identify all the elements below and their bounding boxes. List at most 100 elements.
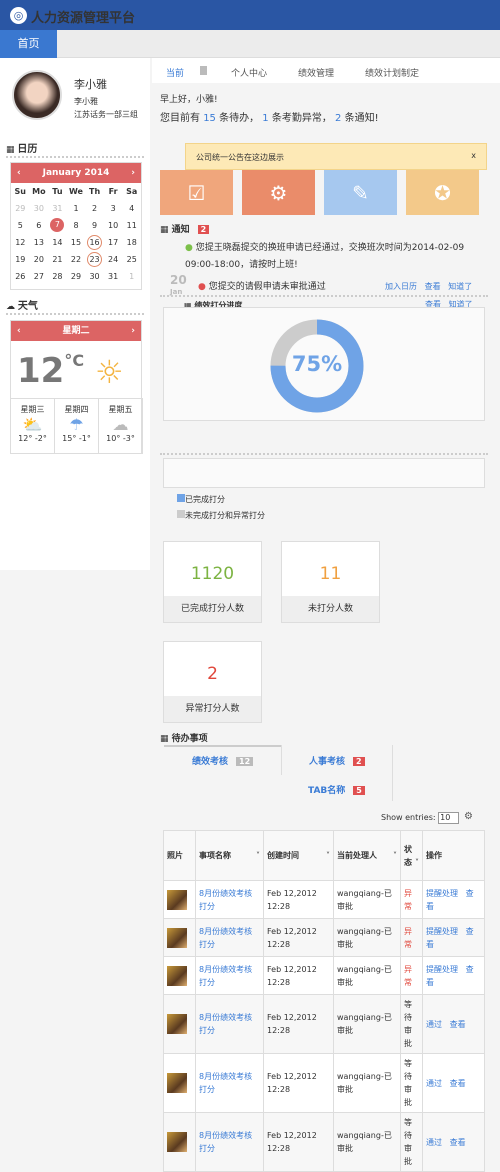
calendar-day[interactable]: 30	[30, 200, 49, 217]
calendar-day[interactable]: 25	[122, 251, 141, 268]
calendar-day[interactable]: 1	[67, 200, 86, 217]
day-number: 31	[52, 204, 63, 213]
calendar-day[interactable]: 6	[30, 217, 49, 234]
column-header[interactable]: 照片	[163, 830, 196, 881]
op-primary-link[interactable]: 通过	[426, 1020, 442, 1029]
calendar-day[interactable]: 22	[67, 251, 86, 268]
calendar-day[interactable]: 1	[122, 268, 141, 285]
sort-icon[interactable]: ˅	[393, 849, 397, 862]
item-link[interactable]: 8月份绩效考核打分	[199, 965, 252, 987]
view-link[interactable]: 查看	[425, 282, 441, 291]
cloud-icon: ☁	[6, 302, 15, 312]
status-cell: 异常	[400, 956, 423, 995]
calendar-day[interactable]: 27	[30, 268, 49, 285]
calendar-day[interactable]: 9	[85, 217, 104, 234]
calendar-day[interactable]: 8	[67, 217, 86, 234]
calendar-day[interactable]: 21	[48, 251, 67, 268]
clipboard-check-tile[interactable]: ☑	[160, 170, 233, 215]
calendar-day[interactable]: 26	[11, 268, 30, 285]
op-view-link[interactable]: 查看	[450, 1020, 466, 1029]
weather-temp: 12°C	[17, 351, 84, 391]
add-calendar-link[interactable]: 加入日历	[385, 282, 417, 291]
calendar-day[interactable]: 5	[11, 217, 30, 234]
todo-tab-performance[interactable]: 绩效考核 12	[192, 754, 254, 767]
sort-icon[interactable]: ˅	[326, 849, 330, 862]
calendar-day[interactable]: 4	[122, 200, 141, 217]
tab-current[interactable]: 当前	[166, 66, 184, 79]
sort-icon[interactable]: ˅	[415, 856, 419, 869]
day-number: 24	[108, 255, 119, 264]
calendar-day[interactable]: 28	[48, 268, 67, 285]
forecast-day-label: 星期五	[108, 405, 133, 414]
user-subname: 李小雅	[74, 97, 98, 106]
column-header[interactable]: 状态 ˅	[400, 830, 423, 881]
edit-tile[interactable]: ✎	[324, 170, 397, 215]
column-header[interactable]: 操作	[422, 830, 485, 881]
calendar-day[interactable]: 24	[104, 251, 123, 268]
calendar-day[interactable]: 20	[30, 251, 49, 268]
calendar-day[interactable]: 15	[67, 234, 86, 251]
calendar-day[interactable]: 23	[85, 251, 104, 268]
calendar-day[interactable]: 29	[11, 200, 30, 217]
calendar-day[interactable]: 10	[104, 217, 123, 234]
settings-gear-icon[interactable]: ⚙	[464, 811, 473, 822]
nav-home[interactable]: 首页	[0, 30, 57, 58]
op-primary-link[interactable]: 提醒处理	[426, 889, 458, 898]
notice-count[interactable]: 2	[335, 113, 341, 124]
prev-month-icon[interactable]: ‹	[17, 163, 21, 183]
calendar-day[interactable]: 31	[48, 200, 67, 217]
calendar-heading: ▦ 日历	[6, 140, 37, 155]
prev-day-icon[interactable]: ‹	[17, 321, 21, 341]
clipboard-settings-tile[interactable]: ⚙	[242, 170, 315, 215]
calendar-day[interactable]: 7	[48, 217, 67, 234]
calendar-day[interactable]: 29	[67, 268, 86, 285]
calendar-day[interactable]: 14	[48, 234, 67, 251]
tab-personal[interactable]: 个人中心	[231, 66, 267, 79]
column-header[interactable]: 事项名称 ˅	[195, 830, 264, 881]
item-link[interactable]: 8月份绩效考核打分	[199, 927, 252, 949]
tab-performance-plan[interactable]: 绩效计划制定	[365, 66, 419, 79]
item-link[interactable]: 8月份绩效考核打分	[199, 1131, 252, 1153]
acknowledge-link[interactable]: 知道了	[448, 282, 472, 291]
todo-tab-hr[interactable]: 人事考核 2	[309, 754, 365, 767]
calendar-day[interactable]: 19	[11, 251, 30, 268]
day-number: 29	[15, 204, 26, 213]
calendar-day[interactable]: 17	[104, 234, 123, 251]
calendar-day[interactable]: 11	[122, 217, 141, 234]
op-primary-link[interactable]: 提醒处理	[426, 927, 458, 936]
next-day-icon[interactable]: ›	[131, 321, 135, 341]
item-link[interactable]: 8月份绩效考核打分	[199, 1072, 252, 1094]
calendar-day[interactable]: 18	[122, 234, 141, 251]
tab-close-icon[interactable]	[200, 66, 207, 75]
ops-cell: 通过 查看	[422, 1053, 485, 1113]
entries-input[interactable]: 10	[438, 812, 460, 824]
item-link[interactable]: 8月份绩效考核打分	[199, 889, 252, 911]
next-month-icon[interactable]: ›	[131, 163, 135, 183]
todo-count[interactable]: 15	[203, 113, 216, 124]
calendar-day[interactable]: 2	[85, 200, 104, 217]
avatar[interactable]	[12, 70, 62, 120]
attendance-count[interactable]: 1	[262, 113, 268, 124]
op-view-link[interactable]: 查看	[450, 1079, 466, 1088]
item-link[interactable]: 8月份绩效考核打分	[199, 1013, 252, 1035]
op-primary-link[interactable]: 通过	[426, 1138, 442, 1147]
calendar-day[interactable]: 13	[30, 234, 49, 251]
column-header[interactable]: 创建时间 ˅	[263, 830, 334, 881]
calendar-day[interactable]: 30	[85, 268, 104, 285]
award-tile[interactable]: ✪	[406, 170, 479, 215]
op-primary-link[interactable]: 通过	[426, 1079, 442, 1088]
close-icon[interactable]: x	[471, 151, 476, 160]
op-primary-link[interactable]: 提醒处理	[426, 965, 458, 974]
day-number: 21	[52, 255, 63, 264]
calendar-day[interactable]: 16	[85, 234, 104, 251]
notice-item: ● 您提王晓磊提交的换班申请已经通过，交换班次时间为2014-02-09 09:…	[185, 240, 475, 274]
op-view-link[interactable]: 查看	[450, 1138, 466, 1147]
calendar-day[interactable]: 31	[104, 268, 123, 285]
calendar-day[interactable]: 12	[11, 234, 30, 251]
summary-text: 条待办，	[219, 113, 260, 124]
todo-tab-custom[interactable]: TAB名称 5	[308, 783, 365, 796]
calendar-day[interactable]: 3	[104, 200, 123, 217]
column-header[interactable]: 当前处理人 ˅	[333, 830, 401, 881]
sort-icon[interactable]: ˅	[256, 849, 260, 862]
tab-performance[interactable]: 绩效管理	[298, 66, 334, 79]
